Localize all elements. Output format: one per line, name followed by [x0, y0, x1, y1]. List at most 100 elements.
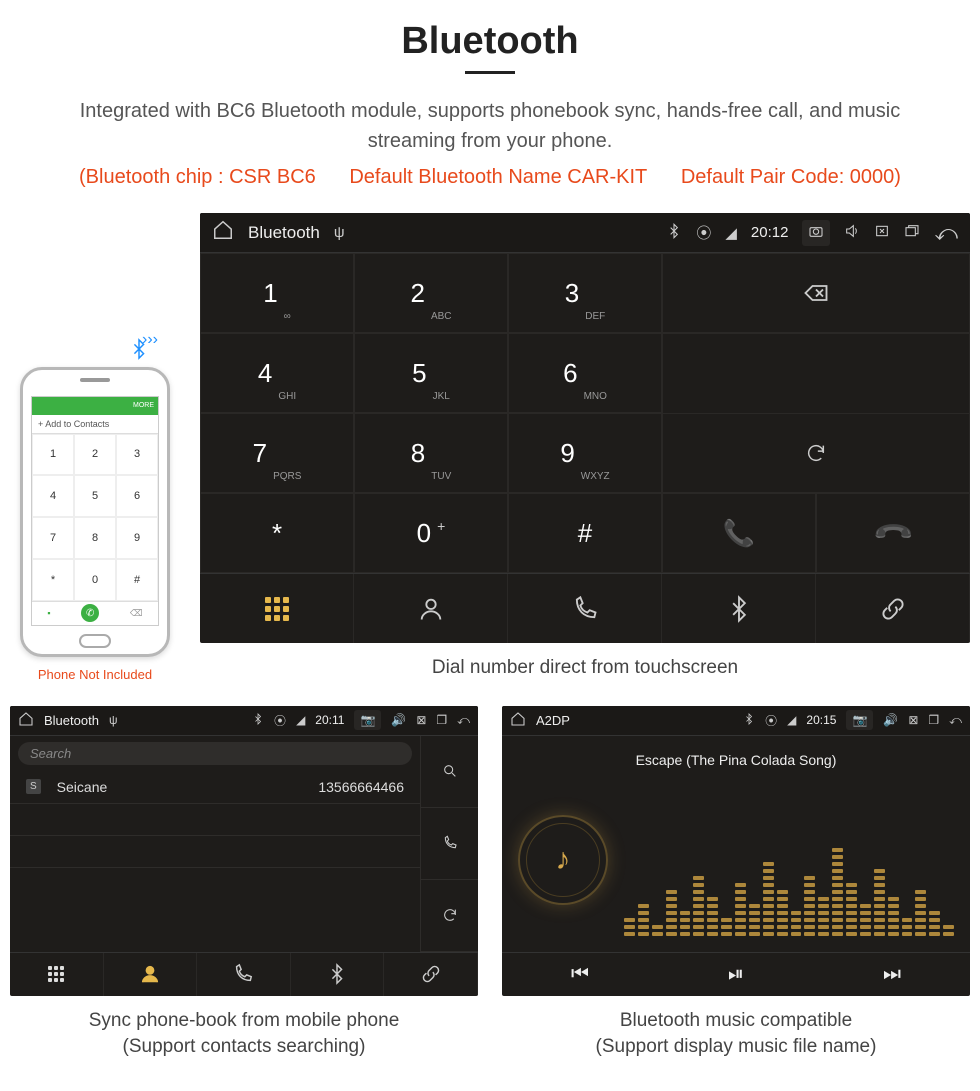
- volume-icon[interactable]: 🔊: [883, 713, 898, 727]
- phone-frame: MORE + Add to Contacts 123 456 789 *0# ▪…: [20, 367, 170, 657]
- call-key[interactable]: 📞: [662, 493, 816, 573]
- tab-calls[interactable]: [508, 574, 662, 643]
- hangup-key[interactable]: 📞: [816, 493, 970, 573]
- pb-status-bar: Bluetooth ψ ⦿ ◢ 20:11 📷 🔊 ⊠ ❐ ⤺: [10, 706, 478, 736]
- empty-row: [10, 868, 420, 900]
- pb-caption: Sync phone-book from mobile phone(Suppor…: [10, 1008, 478, 1061]
- close-icon[interactable]: ⊠: [416, 713, 426, 727]
- dial-key-4[interactable]: 4GHI: [200, 333, 354, 413]
- dial-key-7[interactable]: 7PQRS: [200, 413, 354, 493]
- usb-icon: ψ: [334, 224, 345, 241]
- clock: 20:15: [806, 713, 836, 727]
- a2-caption: Bluetooth music compatible(Support displ…: [502, 1008, 970, 1061]
- add-to-contacts: + Add to Contacts: [32, 415, 158, 434]
- play-pause-button[interactable]: ⏯: [658, 953, 814, 996]
- camera-icon[interactable]: 📷: [354, 710, 381, 730]
- prev-track-button[interactable]: ⏮: [502, 953, 658, 996]
- dial-key-2[interactable]: 2ABC: [354, 253, 508, 333]
- dial-key-*[interactable]: *: [200, 493, 354, 573]
- app-title: Bluetooth: [248, 223, 320, 243]
- contact-name: Seicane: [57, 779, 108, 795]
- spec-line: (Bluetooth chip : CSR BC6 Default Blueto…: [10, 166, 970, 189]
- a2-status-bar: A2DP ⦿ ◢ 20:15 📷 🔊 ⊠ ❐ ⤺: [502, 706, 970, 736]
- recent-apps-icon[interactable]: [904, 223, 920, 243]
- tab-dialpad[interactable]: [200, 574, 354, 643]
- phone-screen-header: MORE: [32, 397, 158, 415]
- tab-pair[interactable]: [816, 574, 970, 643]
- tab-calls[interactable]: [197, 953, 291, 996]
- empty-row: [10, 836, 420, 868]
- a2dp-panel: A2DP ⦿ ◢ 20:15 📷 🔊 ⊠ ❐ ⤺ Escape (The Pin…: [502, 706, 970, 996]
- usb-icon: ψ: [109, 713, 118, 727]
- dial-key-0[interactable]: 0+: [354, 493, 508, 573]
- spec-name: Default Bluetooth Name CAR-KIT: [349, 166, 647, 188]
- status-bar: Bluetooth ψ ⦿ ◢ 20:12 ⤺: [200, 213, 970, 253]
- visualizer: [624, 842, 954, 942]
- tab-dialpad[interactable]: [10, 953, 104, 996]
- player-controls: ⏮ ⏯ ⏭: [502, 952, 970, 996]
- page-subtitle: Integrated with BC6 Bluetooth module, su…: [10, 96, 970, 156]
- clock: 20:12: [751, 224, 789, 241]
- back-icon[interactable]: ⤺: [949, 713, 962, 728]
- phone-not-included-label: Phone Not Included: [38, 667, 152, 682]
- contact-number: 13566664466: [318, 779, 404, 795]
- contact-row[interactable]: S Seicane 13566664466: [10, 771, 420, 804]
- clock: 20:11: [315, 713, 344, 727]
- back-icon[interactable]: ⤺: [934, 220, 958, 246]
- home-icon[interactable]: [18, 711, 34, 730]
- dial-key-9[interactable]: 9WXYZ: [508, 413, 662, 493]
- location-icon: ⦿: [696, 222, 711, 243]
- backspace-key[interactable]: [662, 253, 970, 333]
- contact-tag: S: [26, 779, 41, 794]
- album-art-icon: ♪: [518, 815, 608, 905]
- location-icon: ⦿: [274, 712, 286, 729]
- tab-pair[interactable]: [384, 953, 478, 996]
- empty-cell: [662, 333, 970, 413]
- phone-keypad: 123 456 789 *0#: [32, 434, 158, 601]
- bluetooth-status-icon: [743, 713, 755, 728]
- tab-contacts[interactable]: [354, 574, 508, 643]
- dial-key-6[interactable]: 6MNO: [508, 333, 662, 413]
- camera-icon[interactable]: [802, 220, 830, 246]
- back-icon[interactable]: ⤺: [457, 713, 470, 728]
- dial-key-8[interactable]: 8TUV: [354, 413, 508, 493]
- page-title: Bluetooth: [10, 20, 970, 63]
- sync-button[interactable]: [421, 880, 478, 952]
- dial-key-#[interactable]: #: [508, 493, 662, 573]
- bluetooth-status-icon: [666, 223, 682, 243]
- video-call-icon: ▪: [47, 608, 50, 618]
- spec-chip: (Bluetooth chip : CSR BC6: [79, 166, 316, 188]
- recent-apps-icon[interactable]: ❐: [436, 713, 447, 727]
- title-underline: [465, 71, 515, 74]
- location-icon: ⦿: [765, 712, 777, 729]
- call-button[interactable]: [421, 808, 478, 880]
- wifi-icon: ◢: [787, 713, 796, 727]
- wifi-icon: ◢: [725, 224, 737, 242]
- home-icon[interactable]: [510, 711, 526, 730]
- recent-apps-icon[interactable]: ❐: [928, 713, 939, 727]
- tab-contacts[interactable]: [104, 953, 198, 996]
- close-icon[interactable]: ⊠: [908, 713, 918, 727]
- dialpad-panel: Bluetooth ψ ⦿ ◢ 20:12 ⤺ 1∞2ABC3DEF 4GHI5J…: [200, 213, 970, 643]
- dial-key-5[interactable]: 5JKL: [354, 333, 508, 413]
- bluetooth-status-icon: [252, 713, 264, 728]
- pb-tabbar: [10, 952, 478, 996]
- dial-key-1[interactable]: 1∞: [200, 253, 354, 333]
- sync-key[interactable]: [662, 413, 970, 493]
- camera-icon[interactable]: 📷: [846, 710, 873, 730]
- wifi-icon: ◢: [296, 713, 305, 727]
- tab-bluetooth[interactable]: [662, 574, 816, 643]
- next-track-button[interactable]: ⏭: [814, 953, 970, 996]
- volume-icon[interactable]: 🔊: [391, 713, 406, 727]
- home-icon[interactable]: [212, 219, 234, 246]
- app-title: A2DP: [536, 713, 570, 728]
- search-button[interactable]: [421, 736, 478, 808]
- dial-key-3[interactable]: 3DEF: [508, 253, 662, 333]
- empty-row: [10, 804, 420, 836]
- volume-icon[interactable]: [844, 223, 860, 243]
- song-title: Escape (The Pina Colada Song): [518, 752, 954, 768]
- search-input[interactable]: Search: [18, 742, 412, 765]
- close-icon[interactable]: [874, 223, 890, 243]
- phonebook-panel: Bluetooth ψ ⦿ ◢ 20:11 📷 🔊 ⊠ ❐ ⤺ Search S: [10, 706, 478, 996]
- tab-bluetooth[interactable]: [291, 953, 385, 996]
